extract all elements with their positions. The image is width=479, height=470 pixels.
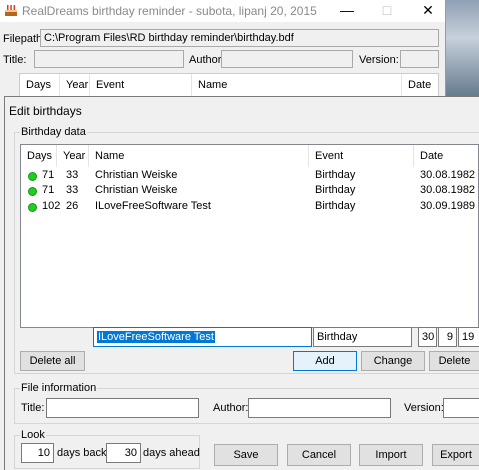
main-version-field[interactable] bbox=[400, 50, 439, 68]
main-title-label: Title: bbox=[3, 54, 27, 66]
row-event: Birthday bbox=[315, 200, 356, 212]
month-input[interactable]: 9 bbox=[438, 327, 457, 347]
file-title-input[interactable] bbox=[46, 398, 199, 418]
row-event: Birthday bbox=[315, 184, 356, 196]
main-col-event[interactable]: Event bbox=[90, 74, 192, 96]
minimize-button[interactable]: — bbox=[327, 0, 367, 22]
table-row[interactable]: 102 26 ILoveFreeSoftware Test Birthday 3… bbox=[21, 199, 479, 214]
row-event: Birthday bbox=[315, 169, 356, 181]
col-days[interactable]: Days bbox=[21, 145, 57, 167]
window-title: RealDreams birthday reminder - subota, l… bbox=[22, 4, 317, 18]
days-ahead-input[interactable]: 30 bbox=[106, 443, 141, 463]
row-date: 30.09.1989 bbox=[420, 200, 476, 212]
main-col-year[interactable]: Year bbox=[60, 74, 90, 96]
file-author-label: Author: bbox=[213, 402, 249, 414]
main-version-label: Version: bbox=[359, 54, 399, 66]
row-name: Christian Weiske bbox=[95, 169, 178, 181]
col-name[interactable]: Name bbox=[89, 145, 309, 167]
birthday-data-group-label: Birthday data bbox=[20, 126, 87, 138]
filepath-field[interactable]: C:\Program Files\RD birthday reminder\bi… bbox=[40, 29, 439, 47]
name-input-value: ILoveFreeSoftware Test bbox=[97, 331, 215, 343]
cancel-button[interactable]: Cancel bbox=[287, 444, 351, 466]
file-author-input[interactable] bbox=[248, 398, 391, 418]
row-days: 71 bbox=[42, 184, 55, 196]
add-button[interactable]: Add bbox=[293, 351, 357, 371]
event-input[interactable]: Birthday bbox=[313, 327, 412, 347]
row-name: ILoveFreeSoftware Test bbox=[95, 200, 211, 212]
import-button[interactable]: Import bbox=[359, 444, 423, 466]
status-dot-icon bbox=[28, 201, 37, 216]
col-date[interactable]: Date bbox=[414, 145, 479, 167]
delete-button[interactable]: Delete bbox=[429, 351, 479, 371]
main-col-days[interactable]: Days bbox=[20, 74, 60, 96]
main-col-name[interactable]: Name bbox=[192, 74, 402, 96]
row-year: 26 bbox=[66, 200, 79, 212]
days-back-label: days back bbox=[57, 447, 107, 459]
status-dot-icon bbox=[28, 185, 37, 200]
col-event[interactable]: Event bbox=[309, 145, 414, 167]
day-input[interactable]: 30 bbox=[418, 327, 437, 347]
close-button[interactable]: ✕ bbox=[408, 0, 448, 22]
row-date: 30.08.1982 bbox=[420, 184, 476, 196]
change-button[interactable]: Change bbox=[361, 351, 425, 371]
main-birthday-list[interactable]: Days Year Event Name Date bbox=[19, 73, 439, 97]
save-button[interactable]: Save bbox=[214, 444, 278, 466]
filepath-label: Filepath: bbox=[3, 33, 46, 45]
year-input[interactable]: 19 bbox=[458, 327, 479, 347]
main-col-date[interactable]: Date bbox=[402, 74, 440, 96]
maximize-button[interactable]: □ bbox=[367, 0, 407, 22]
file-info-group-label: File information bbox=[20, 382, 98, 394]
row-year: 33 bbox=[66, 169, 79, 181]
dialog-title: Edit birthdays bbox=[9, 104, 82, 118]
look-group-label: Look bbox=[20, 429, 46, 441]
file-title-label: Title: bbox=[21, 402, 45, 414]
cake-app-icon bbox=[5, 5, 17, 16]
days-back-input[interactable]: 10 bbox=[21, 443, 54, 463]
days-ahead-label: days ahead bbox=[143, 447, 200, 459]
main-author-field[interactable] bbox=[221, 50, 353, 68]
name-input[interactable]: ILoveFreeSoftware Test bbox=[93, 327, 312, 347]
table-row[interactable]: 71 33 Christian Weiske Birthday 30.08.19… bbox=[21, 183, 479, 198]
file-version-input[interactable] bbox=[443, 398, 479, 418]
row-name: Christian Weiske bbox=[95, 184, 178, 196]
main-title-field[interactable] bbox=[34, 50, 184, 68]
row-days: 71 bbox=[42, 169, 55, 181]
file-version-label: Version: bbox=[404, 402, 444, 414]
row-year: 33 bbox=[66, 184, 79, 196]
birthday-list[interactable]: Days Year Name Event Date 71 33 Christia… bbox=[20, 144, 479, 328]
row-date: 30.08.1982 bbox=[420, 169, 476, 181]
table-row[interactable]: 71 33 Christian Weiske Birthday 30.08.19… bbox=[21, 168, 479, 183]
col-year[interactable]: Year bbox=[57, 145, 89, 167]
row-days: 102 bbox=[42, 200, 61, 212]
main-author-label: Author: bbox=[189, 54, 225, 66]
export-button[interactable]: Export bbox=[432, 444, 479, 466]
delete-all-button[interactable]: Delete all bbox=[20, 351, 85, 371]
